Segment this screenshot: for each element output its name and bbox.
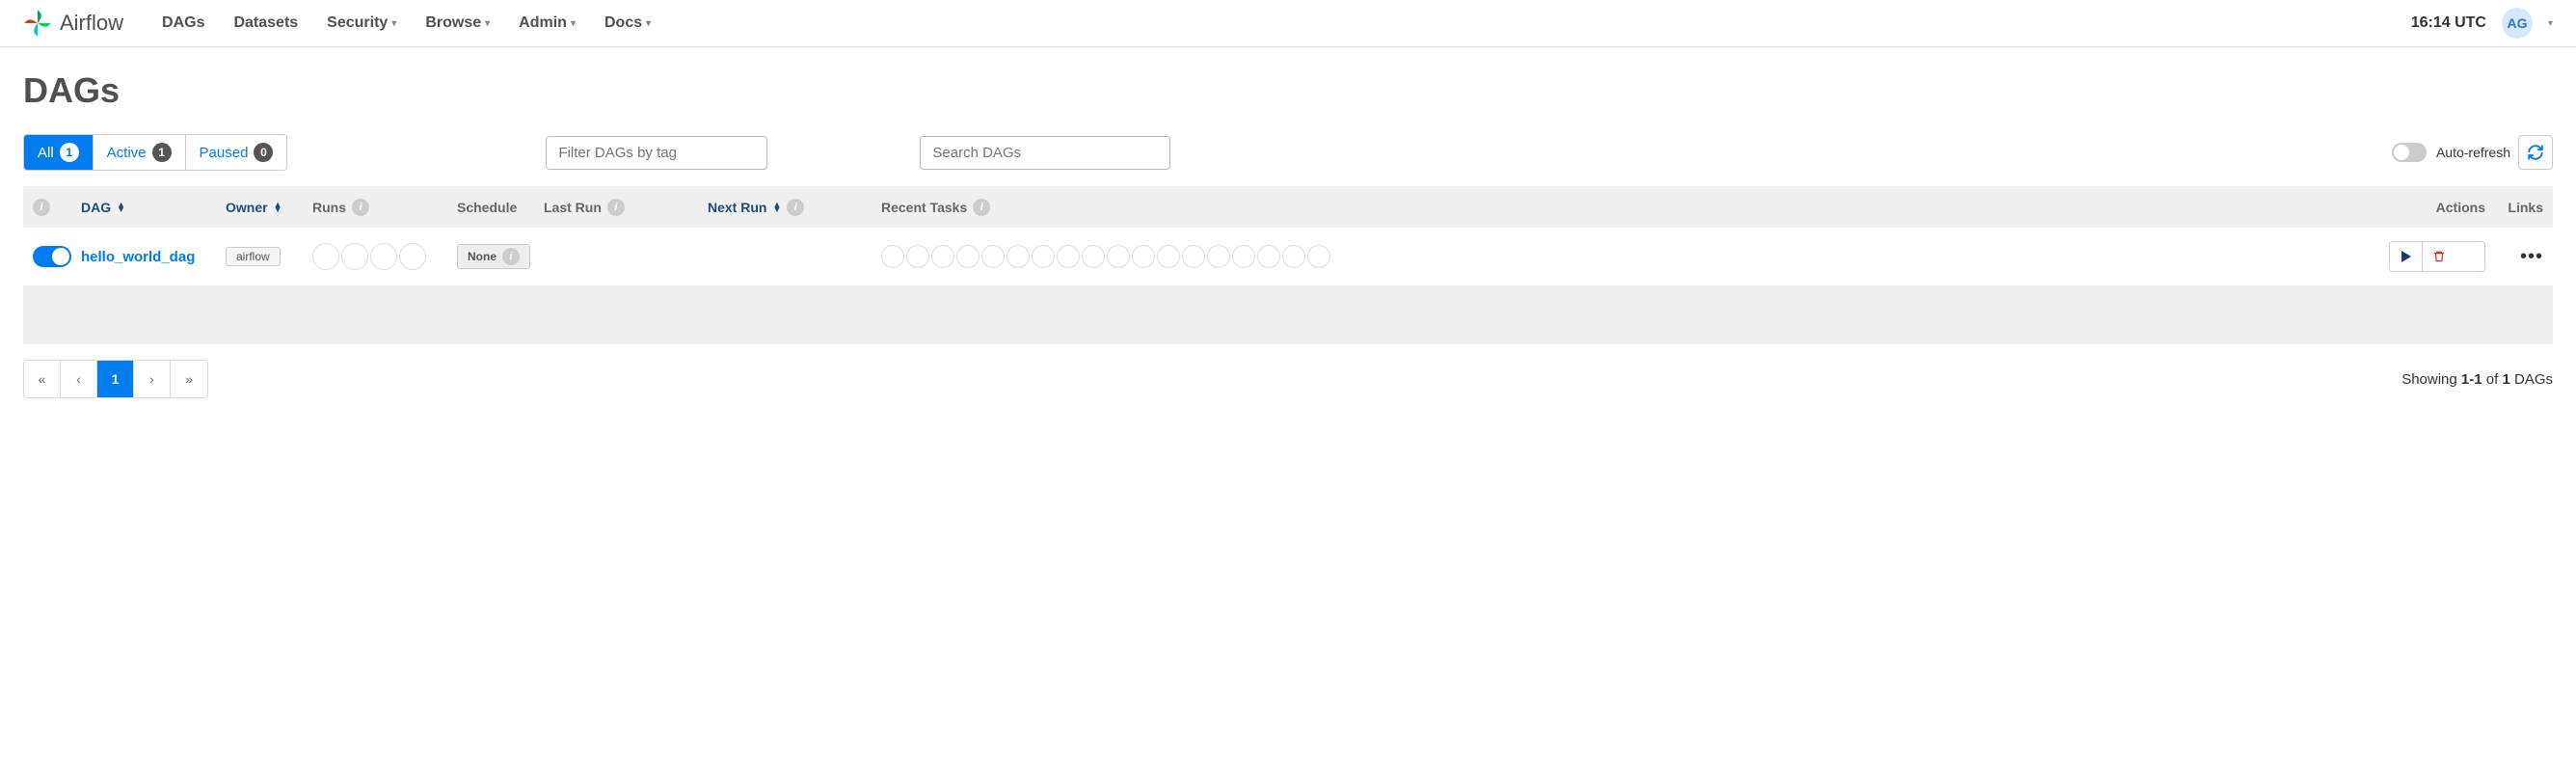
nav-browse[interactable]: Browse▾ xyxy=(425,14,490,32)
search-dags-input[interactable] xyxy=(920,136,1170,170)
nav-items: DAGs Datasets Security▾ Browse▾ Admin▾ D… xyxy=(162,14,2411,32)
task-circle xyxy=(1082,245,1105,268)
table-spacer xyxy=(23,286,2553,344)
task-circle xyxy=(931,245,954,268)
caret-down-icon: ▾ xyxy=(485,18,490,29)
page-current[interactable]: 1 xyxy=(97,361,134,397)
info-icon[interactable]: i xyxy=(33,199,50,216)
caret-down-icon: ▾ xyxy=(571,18,576,29)
info-icon[interactable]: i xyxy=(973,199,990,216)
nav-docs[interactable]: Docs▾ xyxy=(604,14,651,32)
caret-down-icon: ▾ xyxy=(646,18,651,29)
dag-table: i DAG▲▼ Owner▲▼ Runsi Schedule Last Runi… xyxy=(23,186,2553,344)
task-circle xyxy=(1307,245,1330,268)
refresh-button[interactable] xyxy=(2518,135,2553,170)
filter-all-count: 1 xyxy=(60,143,79,162)
recent-tasks-indicator[interactable] xyxy=(881,245,1330,268)
info-icon[interactable]: i xyxy=(607,199,625,216)
nav-right: 16:14 UTC AG ▾ xyxy=(2411,8,2553,39)
navbar: Airflow DAGs Datasets Security▾ Browse▾ … xyxy=(0,0,2576,47)
col-next-run[interactable]: Next Run▲▼i xyxy=(708,199,881,216)
nav-security[interactable]: Security▾ xyxy=(327,14,396,32)
more-links-icon[interactable]: ••• xyxy=(2520,246,2543,267)
page-last[interactable]: » xyxy=(171,361,207,397)
filter-all[interactable]: All 1 xyxy=(24,135,94,170)
page-prev[interactable]: ‹ xyxy=(61,361,97,397)
page-title: DAGs xyxy=(23,70,2553,111)
runs-indicator[interactable] xyxy=(312,243,426,270)
col-dag[interactable]: DAG▲▼ xyxy=(81,200,226,215)
airflow-pinwheel-icon xyxy=(23,9,52,38)
dag-name-link[interactable]: hello_world_dag xyxy=(81,249,195,265)
run-circle xyxy=(399,243,426,270)
task-circle xyxy=(1207,245,1230,268)
nav-datasets[interactable]: Datasets xyxy=(233,14,298,32)
page-first[interactable]: « xyxy=(24,361,61,397)
task-circle xyxy=(956,245,979,268)
auto-refresh-label: Auto-refresh xyxy=(2436,145,2510,160)
dag-pause-toggle[interactable] xyxy=(33,246,71,267)
owner-tag[interactable]: airflow xyxy=(226,247,281,266)
nav-dags[interactable]: DAGs xyxy=(162,14,204,32)
auto-refresh-toggle[interactable] xyxy=(2392,143,2427,162)
info-icon[interactable]: i xyxy=(352,199,369,216)
col-actions: Actions xyxy=(2389,200,2485,215)
task-circle xyxy=(1006,245,1030,268)
task-circle xyxy=(1157,245,1180,268)
filter-tags-input[interactable] xyxy=(546,136,767,170)
task-circle xyxy=(1232,245,1255,268)
auto-refresh-group: Auto-refresh xyxy=(2392,143,2510,162)
table-header: i DAG▲▼ Owner▲▼ Runsi Schedule Last Runi… xyxy=(23,186,2553,228)
task-circle xyxy=(1257,245,1280,268)
schedule-tag[interactable]: Nonei xyxy=(457,244,530,269)
filter-paused[interactable]: Paused 0 xyxy=(186,135,287,170)
task-circle xyxy=(1107,245,1130,268)
col-recent-tasks: Recent Tasksi xyxy=(881,199,2389,216)
run-circle xyxy=(312,243,339,270)
info-icon[interactable]: i xyxy=(787,199,804,216)
filter-paused-count: 0 xyxy=(254,143,273,162)
sort-icon: ▲▼ xyxy=(274,203,282,212)
col-last-run[interactable]: Last Runi xyxy=(544,199,708,216)
pagination: « ‹ 1 › » xyxy=(23,360,208,398)
action-buttons xyxy=(2389,241,2485,272)
clock: 16:14 UTC xyxy=(2411,14,2486,32)
refresh-icon xyxy=(2527,144,2544,161)
filter-active-count: 1 xyxy=(152,143,172,162)
page-next[interactable]: › xyxy=(134,361,171,397)
task-circle xyxy=(1182,245,1205,268)
trash-icon xyxy=(2432,250,2446,263)
filter-tabs: All 1 Active 1 Paused 0 xyxy=(23,134,287,171)
showing-summary: Showing 1-1 of 1 DAGs xyxy=(2402,371,2553,388)
run-circle xyxy=(370,243,397,270)
table-row: hello_world_dag airflow Nonei xyxy=(23,228,2553,286)
brand-text: Airflow xyxy=(60,11,123,36)
task-circle xyxy=(1132,245,1155,268)
col-owner[interactable]: Owner▲▼ xyxy=(226,200,312,215)
user-menu-caret-icon[interactable]: ▾ xyxy=(2548,18,2553,29)
toolbar: All 1 Active 1 Paused 0 Auto-refresh xyxy=(23,134,2553,171)
task-circle xyxy=(881,245,904,268)
avatar[interactable]: AG xyxy=(2502,8,2533,39)
caret-down-icon: ▾ xyxy=(391,18,396,29)
filter-active[interactable]: Active 1 xyxy=(94,135,186,170)
table-footer: « ‹ 1 › » Showing 1-1 of 1 DAGs xyxy=(23,344,2553,414)
sort-icon: ▲▼ xyxy=(117,203,125,212)
nav-admin[interactable]: Admin▾ xyxy=(519,14,576,32)
col-links: Links xyxy=(2485,200,2543,215)
info-icon: i xyxy=(502,248,520,265)
task-circle xyxy=(981,245,1005,268)
task-circle xyxy=(1057,245,1080,268)
brand-logo[interactable]: Airflow xyxy=(23,9,123,38)
col-schedule: Schedule xyxy=(457,200,544,215)
run-circle xyxy=(341,243,368,270)
delete-dag-button[interactable] xyxy=(2423,242,2455,271)
sort-icon: ▲▼ xyxy=(772,203,781,212)
task-circle xyxy=(1282,245,1305,268)
play-icon xyxy=(2401,251,2412,262)
task-circle xyxy=(906,245,929,268)
trigger-dag-button[interactable] xyxy=(2390,242,2423,271)
task-circle xyxy=(1032,245,1055,268)
col-runs: Runsi xyxy=(312,199,457,216)
